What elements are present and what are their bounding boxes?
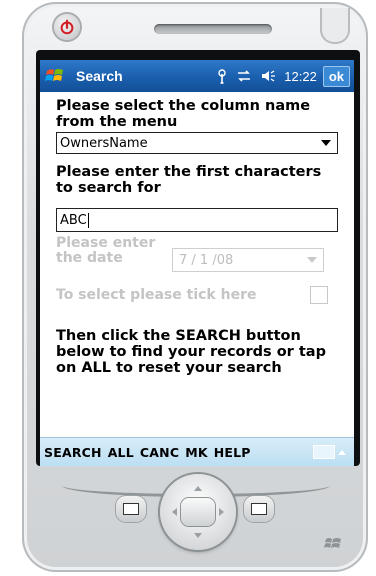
tick-checkbox[interactable] bbox=[310, 286, 328, 304]
windows-start-icon[interactable] bbox=[44, 65, 66, 87]
column-dropdown[interactable]: OwnersName bbox=[56, 132, 338, 154]
dpad[interactable] bbox=[160, 474, 236, 550]
chevron-down-icon bbox=[321, 140, 331, 146]
keyboard-icon bbox=[313, 445, 335, 459]
search-input-value: ABC bbox=[60, 212, 87, 228]
arrow-left-icon[interactable] bbox=[172, 508, 177, 516]
search-prompt: Please enter the first characters to sea… bbox=[56, 164, 322, 196]
power-icon bbox=[60, 19, 74, 35]
arrow-up-icon[interactable] bbox=[194, 486, 202, 491]
menu-help-button[interactable]: HELP bbox=[214, 445, 251, 460]
contacts-icon bbox=[251, 503, 267, 515]
tick-label: To select please tick here bbox=[56, 287, 257, 303]
soft-key-menu-bar: SEARCH ALL CANC MK HELP bbox=[40, 437, 354, 466]
date-label: Please enter the date bbox=[56, 235, 156, 266]
ok-button[interactable]: ok bbox=[322, 65, 350, 87]
form: Please select the column name from the m… bbox=[40, 92, 354, 376]
chevron-up-icon bbox=[338, 449, 346, 455]
screen: Search 12:22 ok Please select the column… bbox=[40, 60, 354, 466]
windows-logo-icon bbox=[324, 538, 341, 548]
arrow-right-icon[interactable] bbox=[219, 508, 224, 516]
text-cursor bbox=[87, 212, 89, 228]
left-hardware-button[interactable] bbox=[116, 496, 146, 522]
calendar-icon bbox=[123, 503, 139, 515]
column-prompt: Please select the column name from the m… bbox=[56, 98, 311, 130]
menu-all-button[interactable]: ALL bbox=[108, 445, 134, 460]
instructions-text: Then click the SEARCH button below to fi… bbox=[56, 328, 326, 376]
search-input[interactable]: ABC bbox=[56, 208, 338, 232]
stylus-slot bbox=[320, 8, 350, 44]
hardware-controls bbox=[22, 470, 368, 570]
chevron-down-icon bbox=[307, 257, 317, 263]
title-bar: Search 12:22 ok bbox=[40, 60, 354, 92]
speaker-grille bbox=[154, 24, 272, 34]
column-dropdown-value: OwnersName bbox=[60, 135, 148, 151]
arrow-down-icon[interactable] bbox=[194, 533, 202, 538]
menu-search-button[interactable]: SEARCH bbox=[44, 445, 102, 460]
date-row: Please enter the date 7 / 1 /08 bbox=[56, 236, 338, 272]
menu-canc-button[interactable]: CANC bbox=[140, 445, 179, 460]
clock[interactable]: 12:22 bbox=[284, 69, 317, 84]
date-value: 7 / 1 /08 bbox=[179, 252, 234, 268]
window-title: Search bbox=[76, 68, 123, 84]
antenna-icon[interactable] bbox=[216, 68, 228, 84]
speaker-icon[interactable] bbox=[260, 69, 276, 83]
menu-mk-button[interactable]: MK bbox=[185, 445, 208, 460]
keyboard-toggle[interactable] bbox=[313, 445, 346, 459]
status-icons: 12:22 bbox=[216, 68, 317, 84]
dpad-center-button[interactable] bbox=[181, 498, 215, 526]
power-button[interactable] bbox=[54, 14, 80, 40]
connectivity-icon[interactable] bbox=[236, 69, 252, 83]
date-picker[interactable]: 7 / 1 /08 bbox=[172, 248, 324, 272]
tick-row: To select please tick here bbox=[56, 286, 338, 304]
right-hardware-button[interactable] bbox=[244, 496, 274, 522]
